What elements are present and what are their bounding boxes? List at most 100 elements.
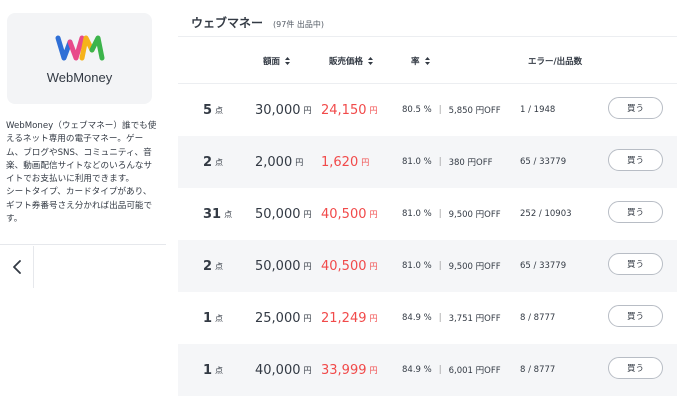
rate-value: 84.9 % (402, 365, 432, 375)
discount-value: 380 円OFF (448, 158, 493, 168)
table-row: 31 点 50,000 円 40,500 円 81.0 % | 9,500 円OFF 25… (178, 188, 677, 240)
column-header-price[interactable]: 販売価格 (329, 55, 374, 67)
buy-button[interactable]: 買う (608, 97, 663, 119)
row-face-value: 2,000 円 (255, 136, 303, 188)
quantity-unit: 点 (215, 365, 224, 375)
discount-value: 9,500 円OFF (448, 262, 501, 272)
row-rate: 84.9 % | 3,751 円OFF (402, 292, 501, 344)
price-value: 40,500 (321, 206, 367, 222)
rate-value: 81.0 % (402, 209, 432, 219)
row-price: 33,999 円 (321, 344, 378, 396)
face-value: 50,000 (255, 206, 301, 222)
row-quantity: 31 点 (203, 188, 232, 240)
webmoney-logo-icon (55, 35, 104, 61)
yen-unit: 円 (369, 313, 378, 323)
yen-unit: 円 (303, 313, 312, 323)
buy-button[interactable]: 買う (608, 253, 663, 275)
row-quantity: 1点 (203, 344, 223, 396)
row-rate: 81.0 % | 380 円OFF (402, 136, 493, 188)
row-face-value: 40,000 円 (255, 344, 312, 396)
rate-separator: | (438, 157, 442, 167)
listing-panel: ウェブマネー (97件 出品中) 額面 販売価格 率 エラー/出品数 5点 30… (178, 0, 677, 400)
sort-icon (368, 57, 374, 65)
yen-unit: 円 (369, 209, 378, 219)
price-value: 33,999 (321, 362, 367, 378)
price-value: 40,500 (321, 258, 367, 274)
discount-value: 9,500 円OFF (448, 210, 501, 220)
buy-button[interactable]: 買う (608, 305, 663, 327)
chevron-left-icon (12, 260, 21, 274)
face-value: 25,000 (255, 310, 301, 326)
table-row: 2点 2,000 円 1,620 円 81.0 % | 380 円OFF 65 / 33… (178, 136, 677, 188)
rate-separator: | (438, 105, 442, 115)
yen-unit: 円 (303, 209, 312, 219)
quantity-unit: 点 (215, 313, 224, 323)
buy-button[interactable]: 買う (608, 201, 663, 223)
column-header-face-label: 額面 (263, 57, 281, 67)
column-header-face[interactable]: 額面 (263, 55, 291, 67)
quantity-value: 2 (203, 258, 213, 274)
quantity-unit: 点 (224, 209, 233, 219)
table-row: 1点 25,000 円 21,249 円 84.9 % | 3,751 円OFF 8 /… (178, 292, 677, 344)
discount-value: 5,850 円OFF (448, 106, 501, 116)
row-rate: 81.0 % | 9,500 円OFF (402, 188, 501, 240)
column-header-rate-label: 率 (411, 57, 420, 67)
column-header-errors-label: エラー/出品数 (528, 57, 583, 67)
price-value: 21,249 (321, 310, 367, 326)
sidebar-divider (0, 244, 166, 245)
row-errors: 1 / 1948 (520, 105, 556, 115)
back-button[interactable] (0, 246, 34, 288)
yen-unit: 円 (369, 365, 378, 375)
table-row: 1点 40,000 円 33,999 円 84.9 % | 6,001 円OFF 8 /… (178, 344, 677, 396)
rate-value: 81.0 % (402, 157, 432, 167)
sidebar: WebMoney WebMoney（ウェブマネー）誰でも使えるネット専用の電子マ… (0, 0, 170, 400)
rate-separator: | (438, 209, 442, 219)
rate-value: 84.9 % (402, 313, 432, 323)
quantity-value: 2 (203, 154, 213, 170)
buy-button[interactable]: 買う (608, 149, 663, 171)
discount-value: 3,751 円OFF (448, 314, 501, 324)
row-errors: 65 / 33779 (520, 157, 567, 167)
face-value: 50,000 (255, 258, 301, 274)
row-face-value: 25,000 円 (255, 292, 312, 344)
row-errors: 65 / 33779 (520, 261, 567, 271)
row-errors: 8 / 8777 (520, 365, 556, 375)
yen-unit: 円 (303, 365, 312, 375)
row-rate: 84.9 % | 6,001 円OFF (402, 344, 501, 396)
face-value: 30,000 (255, 102, 301, 118)
row-price: 40,500 円 (321, 240, 378, 292)
buy-button[interactable]: 買う (608, 357, 663, 379)
row-face-value: 30,000 円 (255, 84, 312, 136)
quantity-value: 5 (203, 102, 213, 118)
face-value: 2,000 (255, 154, 293, 170)
sort-icon (424, 57, 430, 65)
sort-icon (285, 57, 291, 65)
listing-header: ウェブマネー (97件 出品中) (191, 14, 324, 31)
page-title: ウェブマネー (191, 16, 264, 30)
listing-rows: 5点 30,000 円 24,150 円 80.5 % | 5,850 円OFF 1 /… (178, 84, 677, 396)
column-header-errors: エラー/出品数 (528, 55, 582, 67)
row-quantity: 2点 (203, 136, 223, 188)
quantity-value: 1 (203, 310, 213, 326)
row-face-value: 50,000 円 (255, 188, 312, 240)
row-price: 24,150 円 (321, 84, 378, 136)
quantity-value: 31 (203, 206, 222, 222)
discount-value: 6,001 円OFF (448, 366, 501, 376)
row-rate: 81.0 % | 9,500 円OFF (402, 240, 501, 292)
brand-logo-text: WebMoney (46, 70, 113, 85)
yen-unit: 円 (295, 157, 304, 167)
row-errors: 8 / 8777 (520, 313, 556, 323)
rate-value: 81.0 % (402, 261, 432, 271)
table-row: 2点 50,000 円 40,500 円 81.0 % | 9,500 円OFF 65 … (178, 240, 677, 292)
rate-separator: | (438, 365, 442, 375)
row-rate: 80.5 % | 5,850 円OFF (402, 84, 501, 136)
yen-unit: 円 (303, 105, 312, 115)
row-price: 1,620 円 (321, 136, 369, 188)
quantity-unit: 点 (215, 105, 224, 115)
rate-separator: | (438, 313, 442, 323)
title-divider (178, 36, 677, 37)
brand-logo-card: WebMoney (7, 13, 152, 104)
column-header-rate[interactable]: 率 (411, 55, 430, 67)
price-value: 1,620 (321, 154, 359, 170)
yen-unit: 円 (369, 261, 378, 271)
